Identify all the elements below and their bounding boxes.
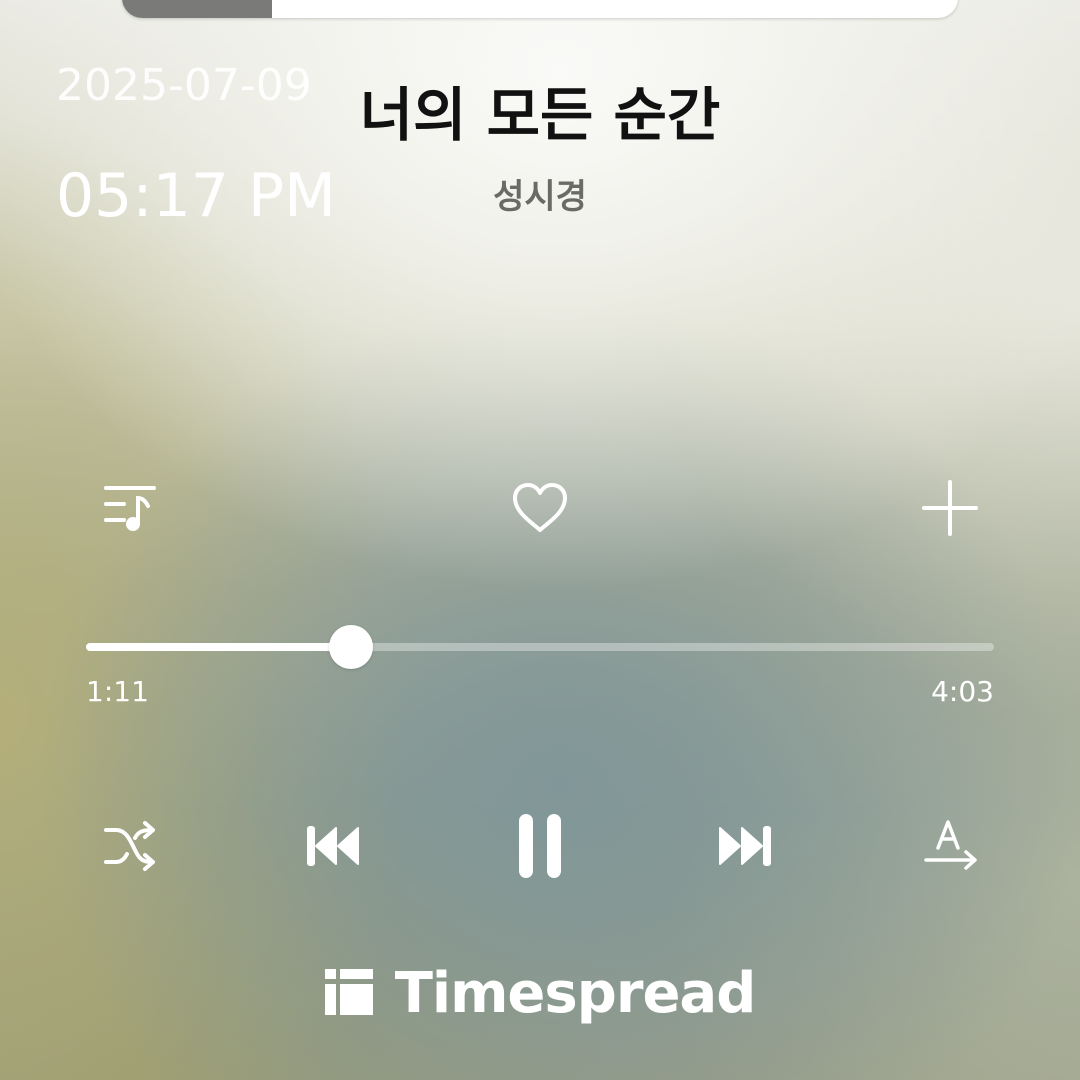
next-button[interactable] <box>712 818 778 874</box>
song-title: 너의 모든 순간 <box>359 81 721 149</box>
lyrics-translate-icon <box>920 816 982 876</box>
previous-button[interactable] <box>300 818 366 874</box>
top-progress-pill-fill <box>122 0 272 18</box>
playlist-icon <box>100 480 160 536</box>
lyrics-translate-button[interactable] <box>918 814 984 878</box>
previous-icon <box>304 823 362 869</box>
like-button[interactable] <box>504 474 576 542</box>
progress-slider[interactable] <box>86 625 994 669</box>
elapsed-time: 1:11 <box>86 675 149 708</box>
song-artist[interactable]: 성시경 <box>0 180 1080 214</box>
heart-icon <box>509 480 571 536</box>
watermark-logo: Timespread <box>0 966 1080 1022</box>
next-icon <box>716 823 774 869</box>
pause-icon <box>511 812 567 880</box>
pause-button[interactable] <box>506 810 572 882</box>
progress-thumb[interactable] <box>329 625 374 669</box>
shuffle-button[interactable] <box>98 814 162 878</box>
timespread-logo-icon <box>324 969 373 1019</box>
watermark-text: Timespread <box>394 961 757 1026</box>
shuffle-icon <box>100 816 160 876</box>
total-time: 4:03 <box>931 675 994 708</box>
add-to-playlist-button[interactable] <box>916 474 984 542</box>
progress-fill <box>86 643 352 651</box>
plus-icon <box>920 478 980 538</box>
top-progress-pill <box>122 0 958 18</box>
playlist-button[interactable] <box>96 474 164 542</box>
